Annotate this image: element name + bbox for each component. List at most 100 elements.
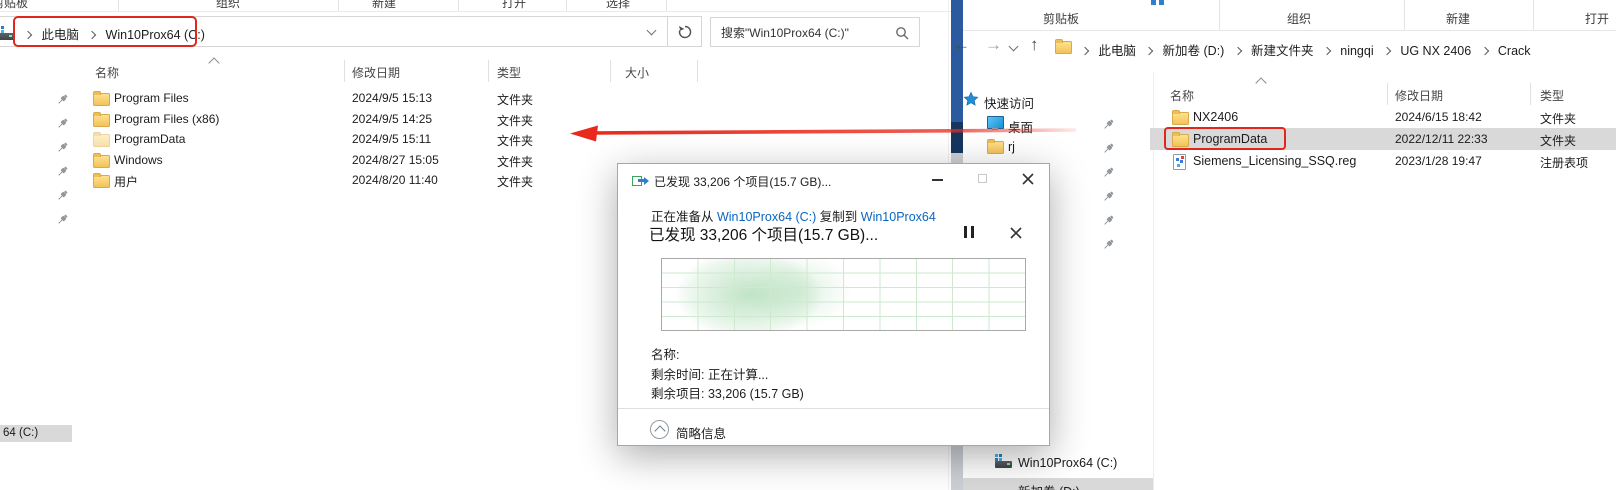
close-icon[interactable] xyxy=(1022,173,1034,185)
screen: 剪贴板 组织 新建 打开 选择 此电脑 Win10Prox64 (C:) xyxy=(0,0,1616,490)
column-type[interactable]: 类型 xyxy=(1540,87,1564,104)
sidebar-item-drive-c[interactable]: Win10Prox64 (C:) xyxy=(963,452,1153,472)
file-name[interactable]: 用户 xyxy=(114,173,138,190)
breadcrumb-ugnx[interactable]: UG NX 2406 xyxy=(1400,44,1471,58)
ribbon-group-new[interactable]: 新建 xyxy=(1446,10,1470,27)
right-file-list: NX2406 2024/6/15 18:42 文件夹 ProgramData 2… xyxy=(1150,106,1616,176)
column-date[interactable]: 修改日期 xyxy=(352,64,400,81)
left-ribbon: 剪贴板 组织 新建 打开 选择 xyxy=(0,0,951,12)
file-name[interactable]: Siemens_Licensing_SSQ.reg xyxy=(1193,154,1356,168)
sidebar-item-volume-d-partial[interactable]: 新加卷 (D:) xyxy=(963,478,1153,490)
ribbon-group-new[interactable]: 新建 xyxy=(372,0,396,11)
file-type: 文件夹 xyxy=(1540,134,1577,148)
minimize-button[interactable] xyxy=(932,179,943,181)
toggle-label: 简略信息 xyxy=(676,427,727,441)
file-name[interactable]: Windows xyxy=(114,153,163,167)
file-date: 2024/9/5 15:11 xyxy=(352,132,432,146)
sort-ascending-icon[interactable] xyxy=(208,57,220,69)
column-size[interactable]: 大小 xyxy=(625,64,649,81)
file-type: 文件夹 xyxy=(497,113,534,128)
folder-icon xyxy=(93,91,110,106)
cancel-icon[interactable] xyxy=(1010,227,1022,239)
ribbon-group-organize[interactable]: 组织 xyxy=(216,0,240,11)
copy-details: 名称: 剩余时间: 正在计算... 剩余项目: 33,206 (15.7 GB) xyxy=(651,346,804,405)
chevron-right-icon xyxy=(1480,46,1489,56)
column-name[interactable]: 名称 xyxy=(1170,87,1194,104)
scrollbar-upper xyxy=(951,0,963,122)
ribbon-group-organize[interactable]: 组织 xyxy=(1287,10,1311,27)
ribbon-group-open[interactable]: 打开 xyxy=(1585,10,1609,27)
copy-progress-dialog: 已发现 33,206 个项目(15.7 GB)... 正在准备从 Win10Pr… xyxy=(617,163,1050,446)
folder-icon xyxy=(93,173,110,188)
quick-access-toolbar-icon[interactable] xyxy=(1151,0,1156,5)
pin-icon xyxy=(56,141,69,154)
breadcrumb-crack[interactable]: Crack xyxy=(1498,44,1531,58)
chevron-right-icon xyxy=(1144,46,1154,56)
hidden-folder-icon xyxy=(93,132,110,147)
sidebar-item-drive-c-partial[interactable]: 64 (C:) xyxy=(0,425,72,442)
sidebar-item-label: 新加卷 (D:) xyxy=(1018,481,1080,490)
status-source-link[interactable]: Win10Prox64 (C:) xyxy=(717,210,816,224)
sidebar-item-quick-access[interactable]: 快速访问 xyxy=(963,90,1153,111)
file-date: 2024/9/5 15:13 xyxy=(352,91,433,105)
pin-icon xyxy=(56,93,69,106)
file-name[interactable]: Program Files (x86) xyxy=(114,112,219,126)
status-target-link[interactable]: Win10Prox64 xyxy=(861,210,936,224)
annotation-programdata-highlight xyxy=(1164,127,1286,150)
ribbon-group-open[interactable]: 打开 xyxy=(502,0,526,11)
file-date: 2022/12/11 22:33 xyxy=(1395,132,1488,146)
back-button[interactable]: ← xyxy=(953,35,970,55)
status-middle: 复制到 xyxy=(816,210,861,224)
column-name[interactable]: 名称 xyxy=(95,64,119,81)
ribbon-group-clipboard[interactable]: 剪贴板 xyxy=(0,0,28,11)
right-nav-row: ← → ↑ 此电脑 新加卷 (D:) 新建文件夹 ningqi UG NX 24… xyxy=(953,33,1616,66)
file-date: 2024/8/20 11:40 xyxy=(352,173,438,187)
chevron-right-icon xyxy=(1382,46,1392,56)
breadcrumb[interactable]: 此电脑 新加卷 (D:) 新建文件夹 ningqi UG NX 2406 Cra… xyxy=(1075,40,1531,59)
quick-access-toolbar-icon[interactable] xyxy=(1159,0,1164,5)
chevron-up-circle-icon[interactable] xyxy=(650,420,669,439)
file-type: 文件夹 xyxy=(497,175,534,189)
search-box[interactable] xyxy=(710,17,920,47)
sort-ascending-icon[interactable] xyxy=(1255,77,1267,89)
up-button[interactable]: ↑ xyxy=(1030,35,1039,55)
breadcrumb-ningqi[interactable]: ningqi xyxy=(1340,44,1373,58)
file-name[interactable]: ProgramData xyxy=(114,132,185,146)
status-prefix: 正在准备从 xyxy=(651,210,717,224)
dialog-title: 已发现 33,206 个项目(15.7 GB)... xyxy=(654,175,832,189)
copy-headline: 已发现 33,206 个项目(15.7 GB)... xyxy=(649,227,879,244)
ribbon-group-clipboard[interactable]: 剪贴板 xyxy=(1043,10,1079,27)
detail-name: 名称: xyxy=(651,348,680,362)
search-icon[interactable] xyxy=(895,26,909,40)
search-input[interactable] xyxy=(719,25,893,41)
right-ribbon: 剪贴板 组织 新建 打开 xyxy=(963,0,1616,31)
forward-button[interactable]: → xyxy=(985,35,1002,55)
file-type: 注册表项 xyxy=(1540,156,1589,170)
chevron-right-icon xyxy=(1080,46,1090,56)
file-type: 文件夹 xyxy=(1540,112,1577,126)
pin-icon xyxy=(1102,238,1115,251)
recent-locations-icon[interactable] xyxy=(1008,41,1019,52)
breadcrumb-volume-d[interactable]: 新加卷 (D:) xyxy=(1163,40,1225,59)
left-list-header: 名称 修改日期 类型 大小 xyxy=(0,56,951,84)
file-name[interactable]: Program Files xyxy=(114,91,189,105)
refresh-button[interactable] xyxy=(667,16,702,47)
column-date[interactable]: 修改日期 xyxy=(1395,87,1443,104)
column-type[interactable]: 类型 xyxy=(497,64,521,81)
file-name[interactable]: NX2406 xyxy=(1193,110,1238,124)
table-row[interactable]: Program Files 2024/9/5 15:13 文件夹 xyxy=(0,88,951,108)
pin-icon xyxy=(56,189,69,202)
table-row[interactable]: Siemens_Licensing_SSQ.reg 2023/1/28 19:4… xyxy=(1153,150,1616,172)
fewer-details-toggle[interactable]: 简略信息 xyxy=(650,420,810,442)
folder-icon xyxy=(1172,110,1189,125)
table-row[interactable]: NX2406 2024/6/15 18:42 文件夹 xyxy=(1153,106,1616,128)
table-row-selected[interactable]: ProgramData 2022/12/11 22:33 文件夹 xyxy=(1150,127,1616,150)
drive-icon xyxy=(995,454,1012,468)
ribbon-group-select[interactable]: 选择 xyxy=(606,0,630,11)
file-date: 2024/8/27 15:05 xyxy=(352,152,439,167)
breadcrumb-new-folder[interactable]: 新建文件夹 xyxy=(1251,40,1314,59)
file-date: 2024/9/5 14:25 xyxy=(352,111,433,126)
pause-button[interactable] xyxy=(964,226,978,241)
breadcrumb-this-pc[interactable]: 此电脑 xyxy=(1098,40,1136,59)
address-folder-icon xyxy=(1055,39,1072,54)
